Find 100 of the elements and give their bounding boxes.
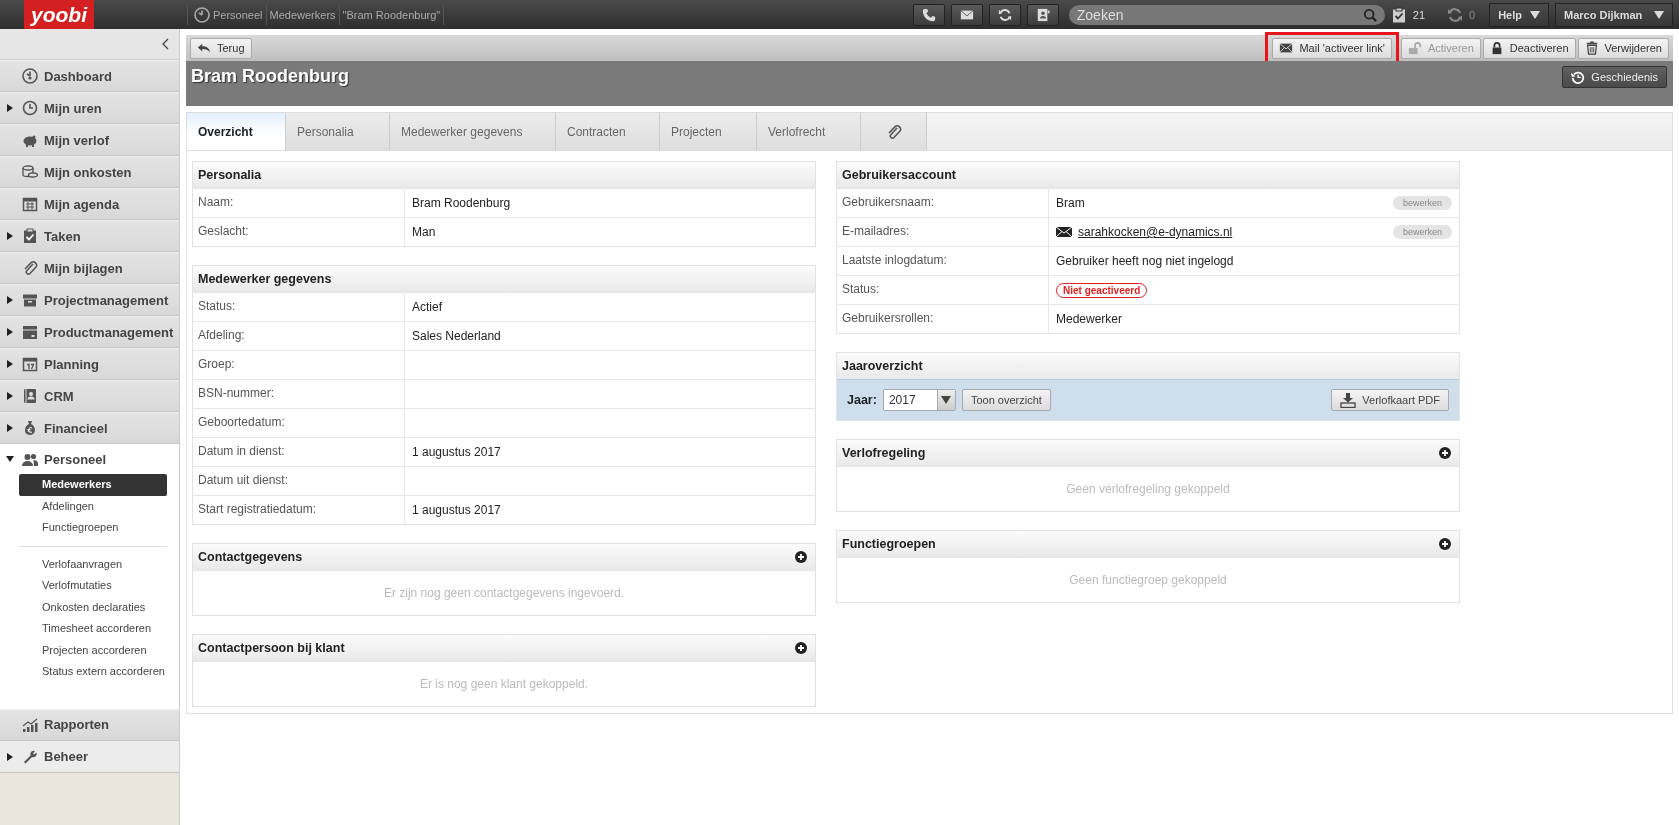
action-button[interactable]: Deactiveren [1482, 37, 1576, 59]
search-icon[interactable] [1362, 7, 1377, 22]
sidebar-label: Mijn agenda [44, 196, 120, 212]
add-icon[interactable] [1439, 447, 1451, 459]
sidebar-subitem[interactable]: Functiegroepen [19, 517, 167, 539]
envelope-icon [1279, 41, 1294, 55]
expand-arrow-icon[interactable] [6, 424, 14, 432]
sidebar-item[interactable]: Mijn bijlagen [0, 252, 179, 284]
mail-button[interactable] [950, 3, 983, 26]
caret-icon [1654, 10, 1664, 19]
field-label: Gebruikersnaam: [837, 189, 1049, 217]
sidebar-label: Financieel [44, 420, 108, 436]
expand-arrow-icon[interactable] [6, 104, 14, 112]
unlock-icon [1407, 41, 1422, 55]
contacts-button[interactable] [1026, 3, 1059, 26]
phone-button[interactable] [912, 3, 945, 26]
sidebar-item[interactable]: Financieel [0, 412, 179, 444]
section-title: Gebruikersaccount [842, 168, 956, 182]
sync-icon[interactable] [1447, 6, 1464, 23]
sidebar-item[interactable]: Planning [0, 348, 179, 380]
breadcrumb-link[interactable]: Personeel [210, 4, 267, 25]
sidebar-label: Mijn bijlagen [44, 260, 123, 276]
calendar-icon [22, 196, 38, 212]
tab[interactable] [861, 113, 927, 150]
expand-arrow-icon[interactable] [6, 328, 14, 336]
section-title: Jaaroverzicht [842, 359, 923, 373]
add-icon[interactable] [1439, 538, 1451, 550]
back-button[interactable]: Terug [190, 37, 252, 59]
expand-arrow-icon[interactable] [6, 455, 14, 463]
empty-message: Er is nog geen klant gekoppeld. [193, 661, 815, 706]
section-title: Medewerker gegevens [198, 272, 332, 286]
sidebar-label: Dashboard [44, 68, 112, 84]
sidebar-item[interactable]: Beheer [0, 740, 179, 773]
sidebar-item[interactable]: Mijn uren [0, 92, 179, 124]
logo[interactable]: yoobi [24, 0, 94, 29]
sidebar-subitem[interactable]: Status extern accorderen [19, 661, 167, 683]
field-label: Laatste inlogdatum: [837, 247, 1049, 275]
section-title: Personalia [198, 168, 262, 182]
add-icon[interactable] [795, 642, 807, 654]
sidebar-item[interactable]: Productmanagement [0, 316, 179, 348]
sidebar-item[interactable]: CRM [0, 380, 179, 412]
sidebar-item[interactable]: Taken [0, 220, 179, 252]
expand-arrow-icon[interactable] [6, 360, 14, 368]
show-overview-button[interactable]: Toon overzicht [961, 389, 1051, 411]
user-menu[interactable]: Marco Dijkman [1555, 2, 1673, 27]
action-button[interactable]: Mail 'activeer link' [1272, 37, 1392, 59]
sidebar-item[interactable]: Mijn onkosten [0, 156, 179, 188]
expand-arrow-icon[interactable] [6, 392, 14, 400]
action-button[interactable]: Verwijderen [1577, 37, 1669, 59]
sidebar-subitem[interactable]: Afdelingen [19, 495, 167, 517]
sidebar-subitem[interactable]: Verlofaanvragen [19, 553, 167, 575]
sidebar-label: Projectmanagement [44, 292, 169, 308]
sidebar-label: Personeel [44, 451, 107, 467]
clipboard-check-icon[interactable] [1390, 6, 1407, 23]
gauge-icon[interactable] [194, 6, 210, 23]
sidebar-item[interactable]: Dashboard [0, 60, 179, 92]
field-label: Groep: [193, 351, 405, 379]
year-select[interactable]: 2017 [882, 389, 956, 411]
tab[interactable]: Contracten [556, 113, 660, 150]
tab[interactable]: Verlofrecht [757, 113, 861, 150]
envelope-icon [1056, 226, 1072, 238]
field-label: Status: [193, 293, 405, 321]
sidebar-item[interactable]: Projectmanagement [0, 284, 179, 316]
refresh-button[interactable] [988, 3, 1021, 26]
tab[interactable]: Medewerker gegevens [390, 113, 556, 150]
history-button[interactable]: Geschiedenis [1562, 66, 1667, 88]
breadcrumb-link[interactable]: Medewerkers [266, 4, 340, 25]
sidebar-label: Mijn onkosten [44, 164, 132, 180]
expand-arrow-icon[interactable] [6, 232, 14, 240]
trash-icon [1584, 41, 1599, 55]
sidebar-label: Productmanagement [44, 324, 174, 340]
coins-icon [22, 164, 38, 180]
tab[interactable]: Projecten [660, 113, 757, 150]
pdf-button[interactable]: Verlofkaart PDF [1331, 389, 1449, 411]
breadcrumb-link[interactable]: "Bram Roodenburg" [339, 4, 445, 25]
sidebar-item[interactable]: Mijn verlof [0, 124, 179, 156]
search-field[interactable]: Zoeken [1068, 4, 1385, 25]
paperclip-icon [22, 260, 38, 276]
add-icon[interactable] [795, 551, 807, 563]
sidebar-subitem[interactable]: Onkosten declaraties [19, 596, 167, 618]
archive-box-icon [22, 292, 38, 308]
help-menu[interactable]: Help [1489, 2, 1549, 27]
sidebar-item[interactable]: Rapporten [0, 708, 179, 741]
caret-icon [1530, 10, 1540, 19]
sidebar-label: Taken [44, 228, 81, 244]
sidebar-item[interactable]: Mijn agenda [0, 188, 179, 220]
tab[interactable]: Overzicht [187, 113, 286, 150]
sidebar-label: Rapporten [44, 717, 109, 732]
field-label: Start registratiedatum: [193, 496, 405, 524]
sidebar-subitem[interactable]: Verlofmutaties [19, 575, 167, 597]
email-link[interactable]: sarahkocken@e-dynamics.nl [1078, 225, 1233, 239]
sidebar-label: Mijn verlof [44, 132, 109, 148]
clipboard-check-icon [22, 228, 38, 244]
expand-arrow-icon[interactable] [6, 296, 14, 304]
sidebar-subitem[interactable]: Projecten accorderen [19, 639, 167, 661]
sidebar-subitem[interactable]: Medewerkers [19, 474, 167, 496]
field-value: Sales Nederland [412, 329, 501, 343]
tab[interactable]: Personalia [286, 113, 390, 150]
sidebar-subitem[interactable]: Timesheet accorderen [19, 618, 167, 640]
expand-arrow-icon[interactable] [6, 752, 14, 761]
